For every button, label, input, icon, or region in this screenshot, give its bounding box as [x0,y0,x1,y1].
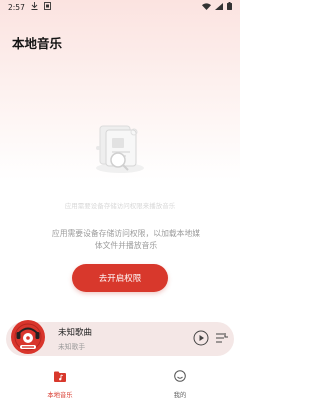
playlist-icon [215,332,229,347]
page-title: 本地音乐 [12,36,63,51]
vinyl-record-icon[interactable] [8,317,48,357]
bottom-nav: 本地音乐 我的 [0,362,240,400]
nav-label: 我的 [173,392,187,399]
song-artist: 未知歌手 [58,343,86,351]
mini-player[interactable]: 未知歌曲 未知歌手 [6,320,234,356]
open-permission-button[interactable]: 去开启权限 [72,264,168,292]
play-icon [193,330,209,349]
permission-message: 应用需要设备存储访问权限，以加载本地媒体文件并播放音乐 [51,229,201,250]
nav-label: 本地音乐 [47,392,73,399]
wifi-icon [202,2,211,12]
status-bar: 2:57 [0,0,240,14]
nav-item-mine[interactable]: 我的 [120,362,240,400]
battery-icon [227,2,232,12]
document-search-illustration [90,118,150,178]
playlist-button[interactable] [214,331,230,347]
faint-caption: 应用需要设备存储访问权限来播放音乐 [64,202,176,210]
play-button[interactable] [192,330,210,348]
download-icon [31,2,38,12]
signal-icon [215,2,223,12]
nav-item-local-music[interactable]: 本地音乐 [0,362,120,400]
smiley-icon [174,367,186,386]
music-folder-icon [54,367,66,386]
status-time: 2:57 [8,2,25,12]
screenshot-icon [43,2,51,12]
song-info[interactable]: 未知歌曲 未知歌手 [58,326,92,351]
song-title: 未知歌曲 [58,328,93,338]
screen: 2:57 本地音乐 应用需要设备存储访问权限来播放音乐 应用需要设备存储访问权限… [0,0,240,400]
